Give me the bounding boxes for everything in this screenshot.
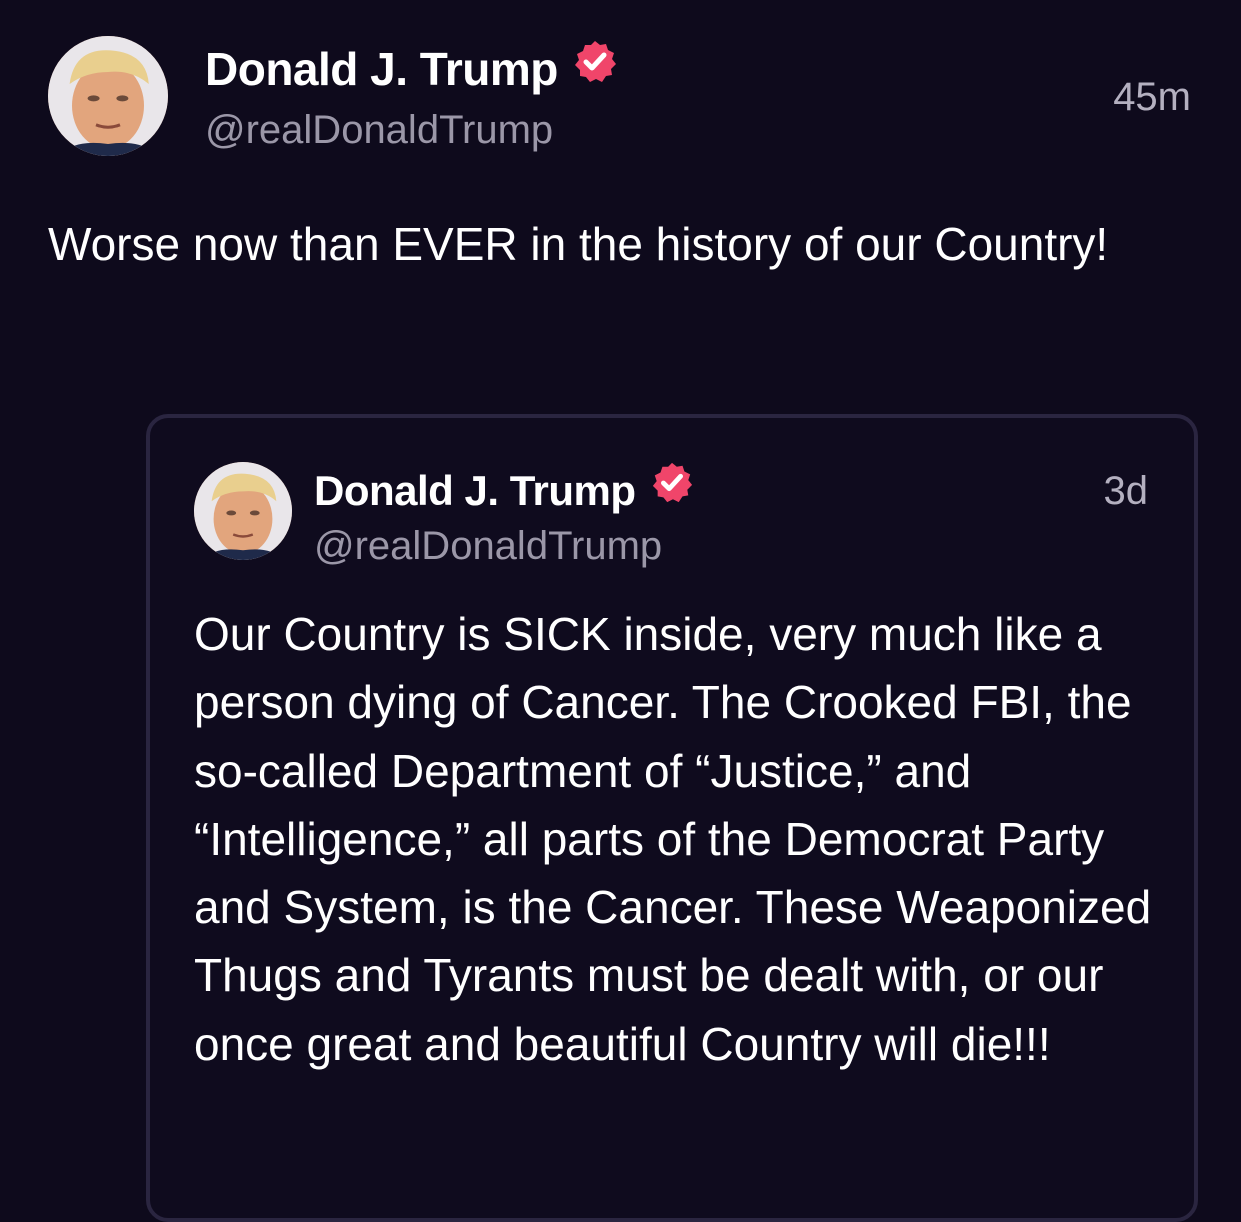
verified-badge-icon bbox=[650, 461, 694, 518]
quoted-post-body: Our Country is SICK inside, very much li… bbox=[194, 608, 1152, 1070]
profile-photo-icon bbox=[194, 462, 292, 560]
quoted-author-display-name[interactable]: Donald J. Trump bbox=[314, 461, 694, 522]
quoted-author-handle[interactable]: @realDonaldTrump bbox=[314, 520, 662, 572]
author-name-text: Donald J. Trump bbox=[205, 43, 558, 95]
quoted-post-card[interactable]: Donald J. Trump @realDonaldTrump 3d Our … bbox=[146, 414, 1198, 1222]
profile-photo-icon bbox=[48, 36, 168, 156]
quoted-post-timestamp[interactable]: 3d bbox=[1104, 466, 1149, 516]
post: Donald J. Trump @realDonaldTrump 45m Wor… bbox=[0, 0, 1241, 1222]
post-timestamp[interactable]: 45m bbox=[1113, 72, 1191, 122]
author-display-name[interactable]: Donald J. Trump bbox=[205, 40, 618, 102]
verified-badge-icon bbox=[572, 39, 618, 98]
quoted-author-avatar[interactable] bbox=[194, 462, 292, 560]
post-body: Worse now than EVER in the history of ou… bbox=[48, 218, 1109, 270]
quoted-author-name-text: Donald J. Trump bbox=[314, 467, 636, 514]
author-handle[interactable]: @realDonaldTrump bbox=[205, 104, 553, 156]
author-avatar[interactable] bbox=[48, 36, 168, 156]
